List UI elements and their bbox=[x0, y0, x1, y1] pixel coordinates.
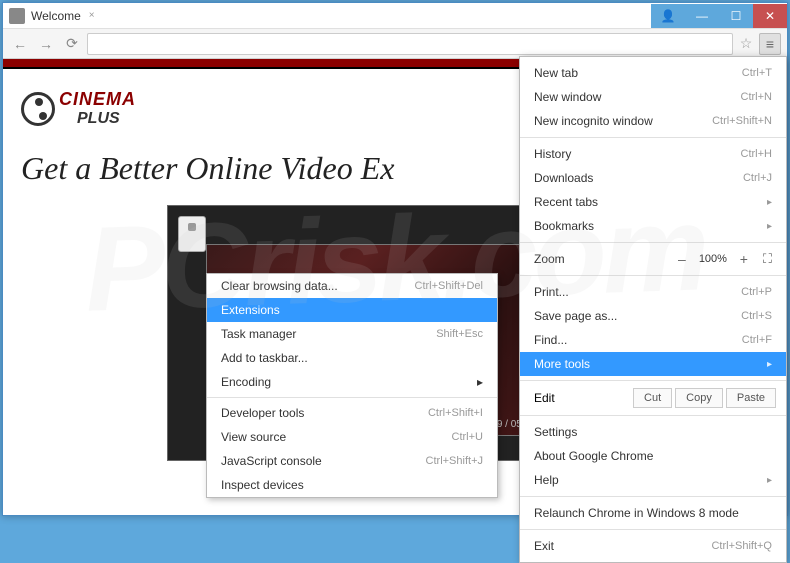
logo-text-plus: PLUS bbox=[77, 110, 136, 128]
film-reel-icon bbox=[21, 92, 55, 126]
paste-button[interactable]: Paste bbox=[726, 388, 776, 408]
menu-item[interactable]: Relaunch Chrome in Windows 8 mode bbox=[520, 501, 786, 525]
more-tools-submenu: Clear browsing data...Ctrl+Shift+DelExte… bbox=[206, 273, 498, 498]
zoom-out-button[interactable]: – bbox=[671, 251, 693, 267]
menu-item[interactable]: Settings bbox=[520, 420, 786, 444]
edit-row: EditCutCopyPaste bbox=[520, 385, 786, 411]
menu-item[interactable]: DownloadsCtrl+J bbox=[520, 166, 786, 190]
forward-button[interactable]: → bbox=[35, 33, 57, 55]
menu-item[interactable]: Save page as...Ctrl+S bbox=[520, 304, 786, 328]
chrome-menu-button[interactable]: ≡ bbox=[759, 33, 781, 55]
tab-title[interactable]: Welcome bbox=[31, 9, 89, 23]
tab-close-icon[interactable]: × bbox=[89, 10, 95, 21]
chrome-main-menu: New tabCtrl+TNew windowCtrl+NNew incogni… bbox=[519, 56, 787, 563]
menu-item[interactable]: Find...Ctrl+F bbox=[520, 328, 786, 352]
copy-button[interactable]: Copy bbox=[675, 388, 723, 408]
menu-item[interactable]: New windowCtrl+N bbox=[520, 85, 786, 109]
submenu-item[interactable]: Task managerShift+Esc bbox=[207, 322, 497, 346]
menu-item[interactable]: More tools▸ bbox=[520, 352, 786, 376]
back-button[interactable]: ← bbox=[9, 33, 31, 55]
menu-item[interactable]: Help▸ bbox=[520, 468, 786, 492]
menu-item[interactable]: Bookmarks▸ bbox=[520, 214, 786, 238]
user-icon[interactable]: 👤 bbox=[651, 4, 685, 28]
logo-text-cinema: CINEMA bbox=[59, 89, 136, 110]
maximize-button[interactable]: ☐ bbox=[719, 4, 753, 28]
submenu-item[interactable]: Inspect devices bbox=[207, 473, 497, 497]
zoom-row: Zoom–100%+⛶ bbox=[520, 247, 786, 271]
menu-item[interactable]: Print...Ctrl+P bbox=[520, 280, 786, 304]
submenu-item[interactable]: View sourceCtrl+U bbox=[207, 425, 497, 449]
submenu-item[interactable]: JavaScript consoleCtrl+Shift+J bbox=[207, 449, 497, 473]
tab-favicon bbox=[9, 8, 25, 24]
menu-item[interactable]: About Google Chrome bbox=[520, 444, 786, 468]
address-bar[interactable] bbox=[87, 33, 733, 55]
reload-button[interactable]: ⟳ bbox=[61, 33, 83, 55]
light-switch-icon[interactable] bbox=[178, 216, 206, 252]
window-controls: 👤 — ☐ ✕ bbox=[651, 4, 787, 28]
submenu-item[interactable]: Encoding▸ bbox=[207, 370, 497, 394]
submenu-item[interactable]: Developer toolsCtrl+Shift+I bbox=[207, 401, 497, 425]
titlebar: Welcome × 👤 — ☐ ✕ bbox=[3, 3, 787, 29]
submenu-item[interactable]: Extensions bbox=[207, 298, 497, 322]
menu-item[interactable]: ExitCtrl+Shift+Q bbox=[520, 534, 786, 558]
submenu-item[interactable]: Clear browsing data...Ctrl+Shift+Del bbox=[207, 274, 497, 298]
submenu-item[interactable]: Add to taskbar... bbox=[207, 346, 497, 370]
fullscreen-button[interactable]: ⛶ bbox=[763, 251, 772, 267]
menu-item[interactable]: Recent tabs▸ bbox=[520, 190, 786, 214]
cut-button[interactable]: Cut bbox=[633, 388, 672, 408]
close-button[interactable]: ✕ bbox=[753, 4, 787, 28]
toolbar: ← → ⟳ ☆ ≡ bbox=[3, 29, 787, 59]
bookmark-star-icon[interactable]: ☆ bbox=[737, 35, 755, 52]
menu-item[interactable]: New tabCtrl+T bbox=[520, 61, 786, 85]
menu-item[interactable]: HistoryCtrl+H bbox=[520, 142, 786, 166]
zoom-value: 100% bbox=[693, 253, 733, 265]
minimize-button[interactable]: — bbox=[685, 4, 719, 28]
zoom-in-button[interactable]: + bbox=[733, 251, 755, 267]
menu-item[interactable]: New incognito windowCtrl+Shift+N bbox=[520, 109, 786, 133]
